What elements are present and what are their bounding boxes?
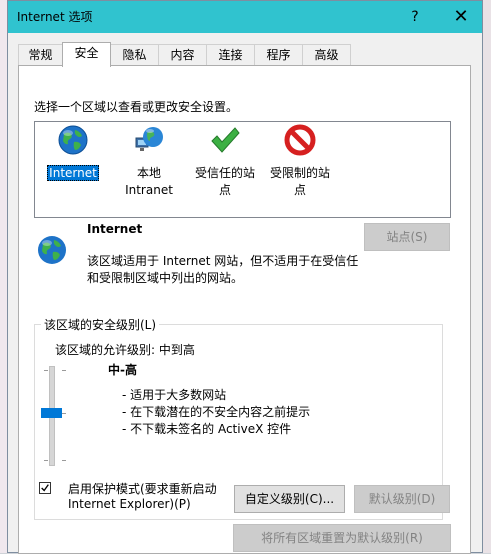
slider-tick	[62, 413, 66, 414]
security-level-group-title: 该区域的安全级别(L)	[41, 316, 160, 333]
zone-local-intranet[interactable]: 本地 Intranet	[117, 124, 181, 199]
level-bullet: - 在下载潜在的不安全内容之前提示	[122, 405, 311, 419]
slider-tick	[62, 370, 66, 371]
slider-tick	[44, 370, 48, 371]
zone-trusted-sites-label-1: 受信任的站	[194, 166, 255, 180]
custom-level-button[interactable]: 自定义级别(C)...	[234, 485, 345, 513]
level-bullet: - 适用于大多数网站	[122, 388, 227, 402]
title-bar[interactable]: Internet 选项 ? ✕	[8, 1, 482, 33]
checkmark-icon	[211, 127, 240, 153]
zone-description-line-2: 和受限制区域中列出的网站。	[87, 271, 244, 285]
tab-connections[interactable]: 连接	[206, 44, 255, 65]
tab-programs[interactable]: 程序	[254, 44, 303, 65]
zone-restricted-sites[interactable]: 受限制的站 点	[265, 124, 335, 199]
zone-description-line-1: 该区域适用于 Internet 网站，但不适用于在受信任	[87, 254, 359, 268]
sites-button[interactable]: 站点(S)	[364, 223, 450, 251]
protected-mode-label-2[interactable]: Internet Explorer)(P)	[68, 497, 191, 511]
check-icon	[41, 484, 49, 492]
protected-mode-label-1[interactable]: 启用保护模式(要求重新启动	[68, 480, 217, 497]
zone-trusted-sites-label-2: 点	[218, 183, 231, 197]
tab-privacy[interactable]: 隐私	[110, 44, 159, 65]
tab-security[interactable]: 安全	[62, 42, 111, 67]
slider-tick	[44, 460, 48, 461]
level-bullet: - 不下载未签名的 ActiveX 控件	[122, 422, 292, 436]
help-button[interactable]: ?	[395, 5, 435, 29]
restricted-icon	[284, 124, 316, 156]
reset-all-zones-button[interactable]: 将所有区域重置为默认级别(R)	[233, 524, 451, 552]
tab-advanced[interactable]: 高级	[302, 44, 351, 65]
protected-mode-checkbox[interactable]	[39, 482, 51, 494]
allowed-level-label: 该区域的允许级别: 中到高	[55, 343, 195, 357]
security-tab-panel: 选择一个区域以查看或更改安全设置。 Internet 本地 Intranet 受…	[18, 65, 471, 554]
globe-icon	[58, 125, 88, 155]
window-title: Internet 选项	[17, 10, 93, 24]
internet-options-dialog: Internet 选项 ? ✕ 常规 安全 隐私 内容 连接 程序 高级 选择一…	[7, 0, 483, 554]
tab-content[interactable]: 内容	[158, 44, 207, 65]
tab-general[interactable]: 常规	[18, 44, 63, 65]
zone-restricted-sites-label-2: 点	[293, 183, 306, 197]
zone-restricted-sites-label-1: 受限制的站	[269, 166, 330, 180]
local-intranet-icon	[135, 127, 163, 151]
zone-internet-label: Internet	[47, 165, 99, 181]
close-button[interactable]: ✕	[441, 5, 481, 29]
globe-icon	[38, 236, 66, 264]
zone-local-intranet-label-2: Intranet	[125, 183, 173, 197]
zone-list: Internet 本地 Intranet 受信任的站 点 受限制的站 点	[34, 121, 451, 218]
default-level-button[interactable]: 默认级别(D)	[354, 485, 450, 513]
zone-trusted-sites[interactable]: 受信任的站 点	[190, 124, 260, 199]
zone-select-prompt: 选择一个区域以查看或更改安全设置。	[34, 100, 239, 114]
zone-internet[interactable]: Internet	[45, 124, 101, 182]
zone-local-intranet-label-1: 本地	[136, 166, 161, 180]
security-level-slider-thumb[interactable]	[41, 408, 62, 418]
slider-tick	[62, 460, 66, 461]
level-name: 中-高	[108, 363, 137, 377]
zone-name: Internet	[87, 222, 143, 236]
